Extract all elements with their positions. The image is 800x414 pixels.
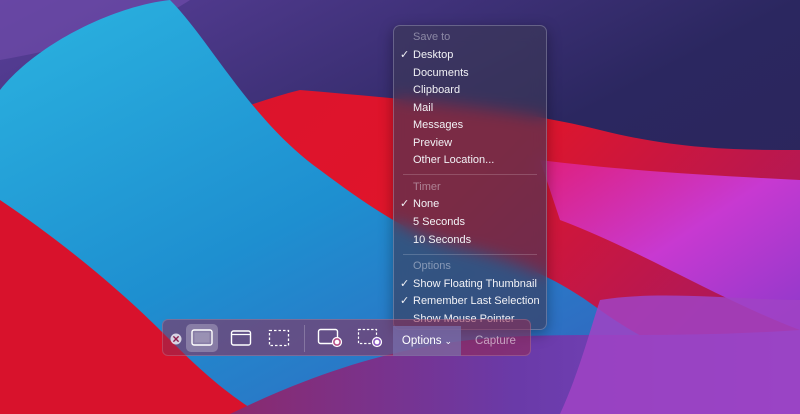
entire-screen-icon (191, 329, 213, 346)
menu-header-timer: Timer (394, 179, 546, 196)
menu-item-label: Show Floating Thumbnail (413, 278, 537, 290)
screenshot-toolbar: Options ⌄ Capture (162, 319, 531, 356)
menu-item-clipboard[interactable]: Clipboard (394, 82, 546, 99)
record-selection-button[interactable] (353, 324, 387, 352)
menu-item-none[interactable]: ✓ None (394, 196, 546, 213)
menu-item-desktop[interactable]: ✓ Desktop (394, 47, 546, 64)
menu-item-label: Other Location... (413, 154, 495, 166)
checkmark-icon: ✓ (400, 198, 410, 210)
toolbar-divider (304, 325, 305, 352)
record-screen-icon (317, 328, 343, 348)
capture-button[interactable]: Capture (461, 326, 530, 356)
selection-icon (268, 329, 290, 347)
chevron-down-icon: ⌄ (444, 335, 453, 346)
menu-item-show-floating-thumbnail[interactable]: ✓ Show Floating Thumbnail (394, 276, 546, 293)
menu-header-options: Options (394, 258, 546, 275)
menu-header-label: Timer (413, 181, 441, 193)
menu-item-documents[interactable]: Documents (394, 65, 546, 82)
menu-item-remember-last-selection[interactable]: ✓ Remember Last Selection (394, 293, 546, 310)
menu-header-label: Options (413, 260, 451, 272)
menu-item-label: 5 Seconds (413, 216, 465, 228)
menu-item-preview[interactable]: Preview (394, 135, 546, 152)
options-button[interactable]: Options ⌄ (393, 326, 461, 356)
checkmark-icon: ✓ (400, 49, 410, 61)
menu-header-label: Save to (413, 31, 451, 43)
menu-item-label: Preview (413, 137, 453, 149)
menu-item-5-seconds[interactable]: 5 Seconds (394, 214, 546, 231)
menu-item-messages[interactable]: Messages (394, 117, 546, 134)
window-icon (230, 330, 252, 346)
close-button[interactable] (170, 332, 182, 345)
menu-item-other-location[interactable]: Other Location... (394, 152, 546, 169)
record-selection-icon (357, 328, 383, 348)
close-icon (170, 333, 182, 345)
menu-item-label: Documents (413, 67, 469, 79)
menu-item-label: Mail (413, 102, 434, 114)
menu-item-label: 10 Seconds (413, 234, 472, 246)
menu-item-label: Desktop (413, 49, 454, 61)
menu-header-save-to: Save to (394, 29, 546, 46)
capture-window-button[interactable] (225, 324, 257, 352)
capture-entire-screen-button[interactable] (186, 324, 218, 352)
capture-selection-button[interactable] (263, 324, 295, 352)
checkmark-icon: ✓ (400, 295, 410, 307)
menu-item-label: None (413, 198, 440, 210)
checkmark-icon: ✓ (400, 278, 410, 290)
menu-separator (403, 174, 537, 175)
capture-label: Capture (475, 335, 516, 347)
options-label: Options (401, 335, 442, 347)
menu-separator (403, 254, 537, 255)
menu-item-label: Remember Last Selection (413, 295, 540, 307)
menu-item-label: Clipboard (413, 84, 461, 96)
menu-item-10-seconds[interactable]: 10 Seconds (394, 232, 546, 249)
record-entire-screen-button[interactable] (313, 324, 347, 352)
options-menu: Save to ✓ Desktop Documents Clipboard Ma… (393, 25, 547, 330)
menu-item-label: Messages (413, 119, 464, 131)
menu-item-mail[interactable]: Mail (394, 100, 546, 117)
